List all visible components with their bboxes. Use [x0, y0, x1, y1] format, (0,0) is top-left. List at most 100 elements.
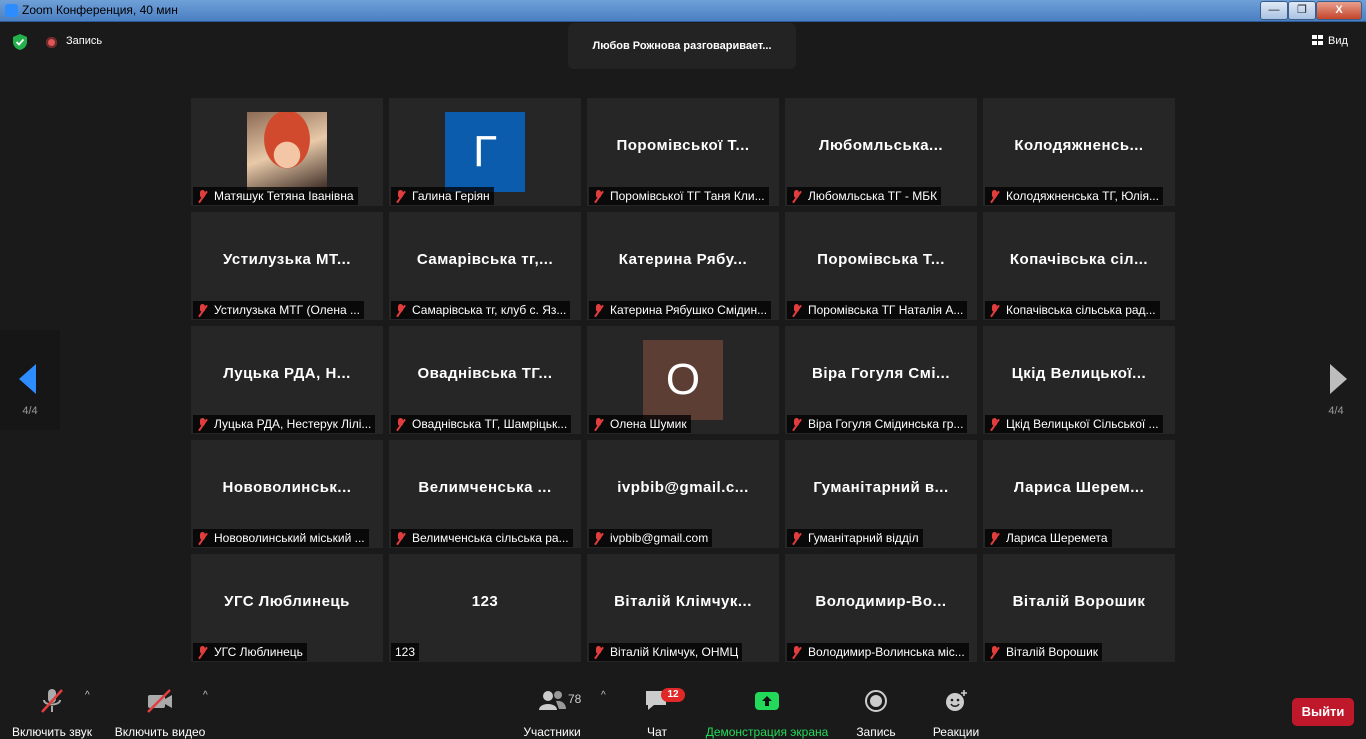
participants-options-chevron-up-icon[interactable]: ^ — [601, 690, 606, 701]
participant-tile[interactable]: Устилузька МТ... Устилузька МТГ (Олена ..… — [191, 212, 383, 320]
participant-name-tag: Гуманітарний відділ — [787, 529, 923, 547]
start-video-button[interactable]: Включить видео — [112, 688, 208, 739]
participant-name-tag: Любомльська ТГ - МБК — [787, 187, 942, 205]
participant-name-tag: Лариса Шеремета — [985, 529, 1112, 547]
participant-display-name: Любомльська... — [791, 98, 971, 192]
mic-muted-icon — [989, 531, 1000, 545]
participant-name-label: Поромівської ТГ Таня Кли... — [610, 189, 765, 203]
participant-display-name-text: Лариса Шерем... — [1013, 478, 1145, 496]
maximize-button[interactable]: ❐ — [1288, 1, 1316, 20]
next-page-button[interactable]: 4/4 — [1306, 330, 1366, 430]
participant-tile[interactable]: 123 123 — [389, 554, 581, 662]
active-speaker-banner: Любов Рожнова разговаривает... — [568, 23, 796, 69]
participant-gallery: Матяшук Тетяна Іванівна Г Галина Геріян Пор… — [191, 98, 1175, 662]
participant-tile[interactable]: УГС Люблинець УГС Люблинець — [191, 554, 383, 662]
participant-name-label: Оваднівська ТГ, Шамріцьк... — [412, 417, 568, 431]
mic-muted-icon — [593, 189, 604, 203]
participant-tile[interactable]: О Олена Шумик — [587, 326, 779, 434]
reactions-smiley-icon — [946, 690, 967, 711]
participant-tile[interactable]: Луцька РДА, Н... Луцька РДА, Нестерук Ліл… — [191, 326, 383, 434]
audio-options-chevron-up-icon[interactable]: ^ — [85, 690, 90, 701]
mic-muted-icon — [593, 417, 604, 431]
zoom-app-icon — [5, 4, 18, 17]
mic-muted-icon — [989, 303, 1000, 317]
participant-name-tag: Віра Гогуля Смідинська гр... — [787, 415, 968, 433]
participant-avatar: Г — [445, 112, 525, 192]
participant-tile[interactable]: Лариса Шерем... Лариса Шеремета — [983, 440, 1175, 548]
participant-display-name-text: Катерина Рябу... — [618, 250, 748, 268]
participant-tile[interactable]: Оваднівська ТГ... Оваднівська ТГ, Шамріць… — [389, 326, 581, 434]
participant-tile[interactable]: Любомльська... Любомльська ТГ - МБК — [785, 98, 977, 206]
view-button[interactable]: Вид — [1312, 35, 1348, 47]
participant-display-name: Самарівська тг,... — [395, 212, 575, 306]
participant-display-name: ivpbib@gmail.c... — [593, 440, 773, 534]
participant-display-name-text: Оваднівська ТГ... — [417, 364, 553, 382]
participant-name-tag: Віталій Клімчук, ОНМЦ — [589, 643, 743, 661]
mic-muted-icon — [395, 531, 406, 545]
participant-name-label: Олена Шумик — [610, 417, 687, 431]
mic-muted-icon — [791, 531, 802, 545]
participant-display-name-text: Гуманітарний в... — [813, 478, 949, 496]
page-indicator-right: 4/4 — [1328, 405, 1344, 417]
participant-tile[interactable]: Колодяжненсь... Колодяжненська ТГ, Юлія..… — [983, 98, 1175, 206]
participant-name-tag: Устилузька МТГ (Олена ... — [193, 301, 364, 319]
participant-name-label: 123 — [395, 645, 416, 659]
participant-tile[interactable]: Катерина Рябу... Катерина Рябушко Смідин.… — [587, 212, 779, 320]
participant-tile[interactable]: Копачівська сіл... Копачівська сільська р… — [983, 212, 1175, 320]
video-options-chevron-up-icon[interactable]: ^ — [203, 690, 208, 701]
participant-name-tag: Оваднівська ТГ, Шамріцьк... — [391, 415, 572, 433]
mic-muted-icon — [791, 645, 802, 659]
page-indicator-left: 4/4 — [22, 405, 38, 417]
participant-name-label: Устилузька МТГ (Олена ... — [214, 303, 360, 317]
mic-muted-icon — [593, 303, 604, 317]
participant-display-name-text: Поромівської Т... — [616, 136, 750, 154]
participant-name-label: УГС Люблинець — [214, 645, 303, 659]
participant-name-tag: 123 — [391, 643, 420, 661]
participant-name-tag: Колодяжненська ТГ, Юлія... — [985, 187, 1163, 205]
participant-tile[interactable]: Цкід Велицької... Цкід Велицької Сільсько… — [983, 326, 1175, 434]
participant-tile[interactable]: Поромівська Т... Поромівська ТГ Наталія А… — [785, 212, 977, 320]
participant-name-tag: ivpbib@gmail.com — [589, 529, 713, 547]
participant-name-label: Поромівська ТГ Наталія А... — [808, 303, 964, 317]
participant-name-tag: Поромівської ТГ Таня Кли... — [589, 187, 769, 205]
participant-tile[interactable]: Г Галина Геріян — [389, 98, 581, 206]
close-window-button[interactable]: X — [1316, 1, 1362, 20]
mic-muted-icon — [791, 417, 802, 431]
participant-display-name-text: Колодяжненсь... — [1014, 136, 1144, 154]
security-shield-icon[interactable] — [12, 34, 28, 50]
participant-display-name: Копачівська сіл... — [989, 212, 1169, 306]
participant-display-name: Катерина Рябу... — [593, 212, 773, 306]
mic-muted-icon — [395, 417, 406, 431]
participant-name-label: Катерина Рябушко Смідин... — [610, 303, 768, 317]
record-button[interactable]: Запись — [852, 688, 900, 739]
participant-tile[interactable]: Нововолинськ... Нововолинський міський ..… — [191, 440, 383, 548]
participant-tile[interactable]: Віталій Ворошик Віталій Ворошик — [983, 554, 1175, 662]
mic-muted-icon — [395, 303, 406, 317]
minimize-button[interactable]: — — [1260, 1, 1288, 20]
chat-label: Чат — [647, 725, 667, 739]
mic-muted-icon — [791, 189, 802, 203]
mic-muted-icon — [593, 531, 604, 545]
reactions-button[interactable]: Реакции — [930, 688, 982, 739]
mic-muted-icon — [197, 645, 208, 659]
recording-label[interactable]: Запись — [66, 35, 102, 47]
unmute-button[interactable]: Включить звук — [10, 688, 94, 739]
leave-meeting-button[interactable]: Выйти — [1292, 698, 1354, 726]
participant-display-name: Цкід Велицької... — [989, 326, 1169, 420]
mic-muted-icon — [395, 189, 406, 203]
participant-tile[interactable]: Велимченська ... Велимченська сільська ра… — [389, 440, 581, 548]
participant-name-tag: Віталій Ворошик — [985, 643, 1103, 661]
participant-display-name: Поромівська Т... — [791, 212, 971, 306]
share-screen-button[interactable]: Демонстрация экрана — [704, 688, 830, 739]
participant-tile[interactable]: ivpbib@gmail.c... ivpbib@gmail.com — [587, 440, 779, 548]
previous-page-button[interactable]: 4/4 — [0, 330, 60, 430]
participant-tile[interactable]: Поромівської Т... Поромівської ТГ Таня Кл… — [587, 98, 779, 206]
participant-tile[interactable]: Володимир-Во... Володимир-Волинська міс..… — [785, 554, 977, 662]
participant-tile[interactable]: Гуманітарний в... Гуманітарний відділ — [785, 440, 977, 548]
participant-tile[interactable]: Віталій Клімчук... Віталій Клімчук, ОНМЦ — [587, 554, 779, 662]
participant-tile[interactable]: Матяшук Тетяна Іванівна — [191, 98, 383, 206]
participant-tile[interactable]: Віра Гогуля Смі... Віра Гогуля Смідинська… — [785, 326, 977, 434]
participant-tile[interactable]: Самарівська тг,... Самарівська тг, клуб с… — [389, 212, 581, 320]
participant-display-name-text: Володимир-Во... — [815, 592, 947, 610]
participant-name-tag: УГС Люблинець — [193, 643, 307, 661]
